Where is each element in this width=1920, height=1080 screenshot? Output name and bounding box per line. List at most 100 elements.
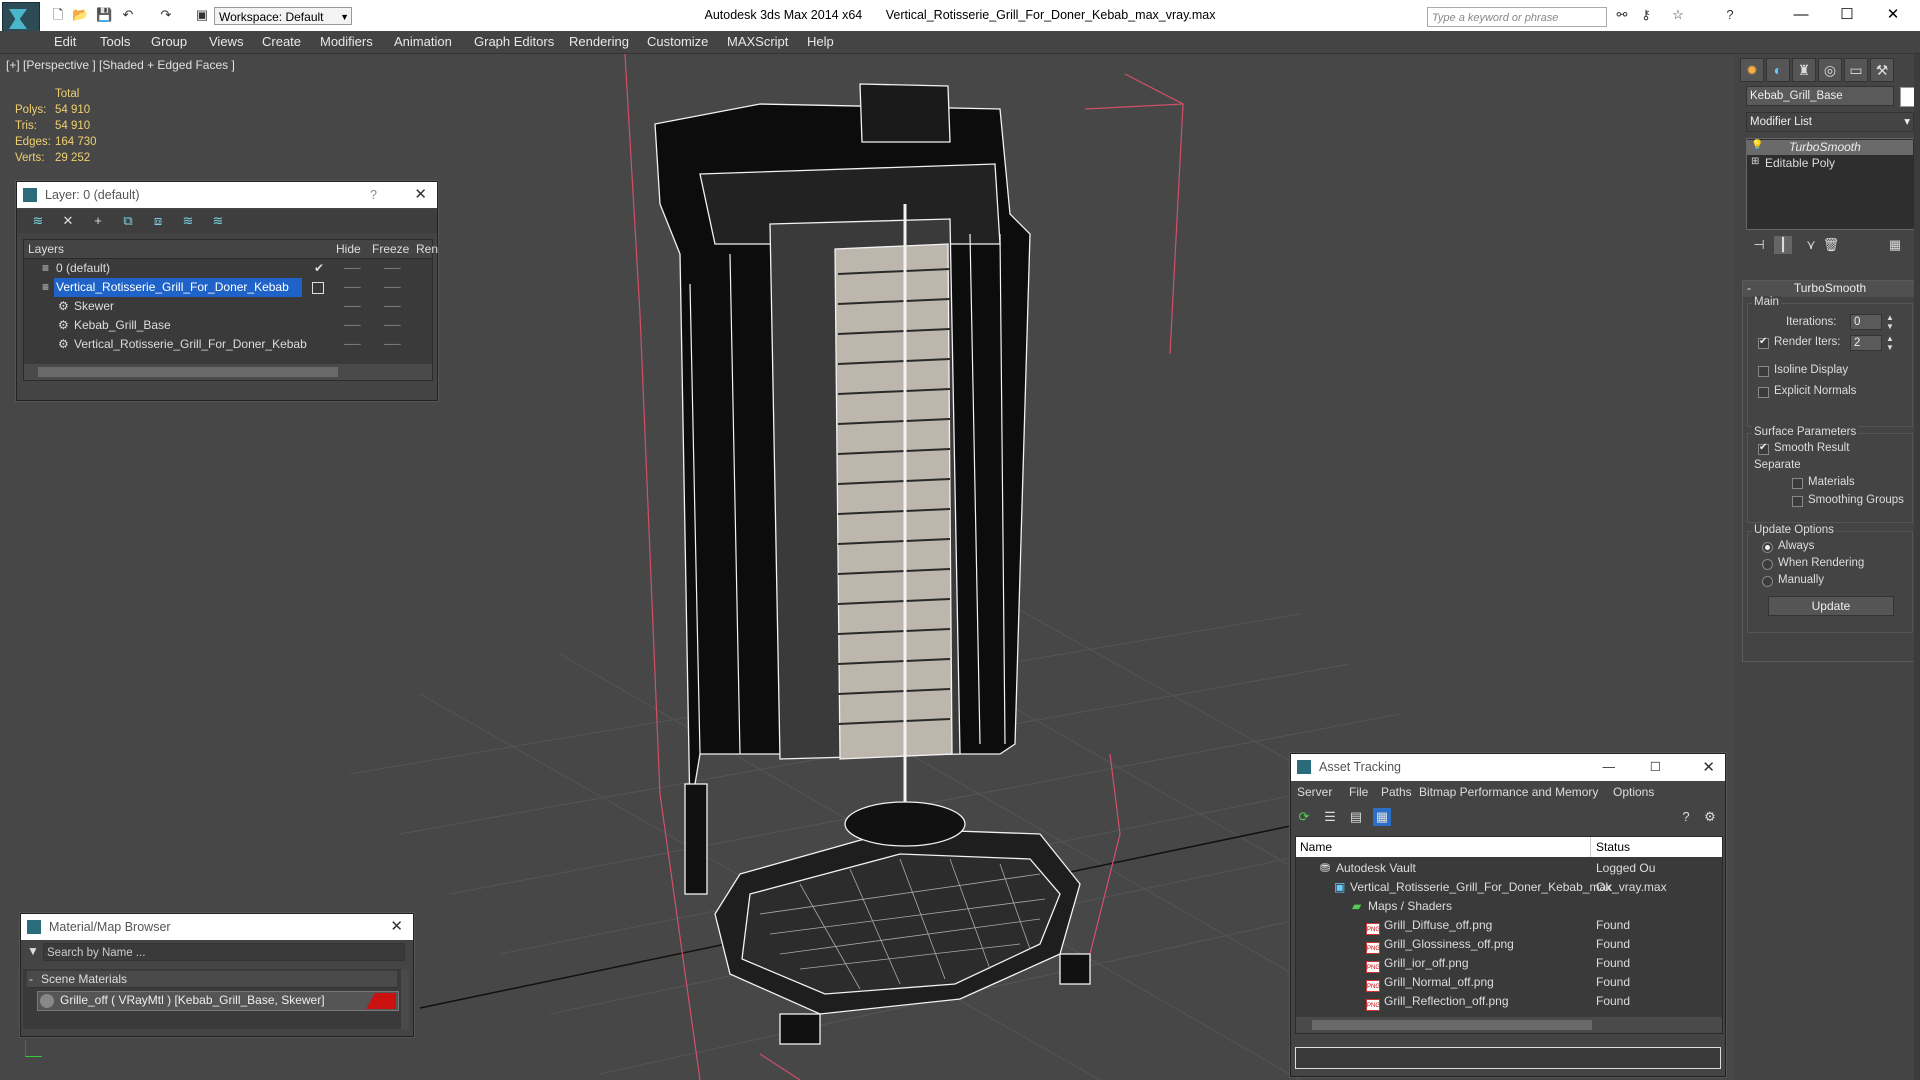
- menu-group[interactable]: Group: [151, 34, 187, 49]
- menu-file[interactable]: File: [1349, 785, 1368, 799]
- add-to-layer-icon[interactable]: +: [89, 212, 107, 230]
- close-button[interactable]: ✕: [1870, 4, 1916, 26]
- create-tab-icon[interactable]: ✹: [1740, 58, 1764, 82]
- utilities-tab-icon[interactable]: ⚒: [1870, 58, 1894, 82]
- search-input[interactable]: Type a keyword or phrase: [1427, 7, 1607, 27]
- asset-row[interactable]: PNG Grill_Glossiness_off.png Found: [1296, 935, 1720, 955]
- menu-animation[interactable]: Animation: [394, 34, 452, 49]
- vertical-scrollbar[interactable]: [401, 969, 409, 1029]
- iterations-spinner[interactable]: 0: [1850, 314, 1882, 330]
- asset-row[interactable]: PNG Grill_Diffuse_off.png Found: [1296, 916, 1720, 936]
- asset-path-field[interactable]: [1295, 1047, 1721, 1069]
- manually-radio[interactable]: [1762, 576, 1773, 587]
- col-freeze[interactable]: Freeze: [372, 242, 409, 256]
- redo-icon[interactable]: ↷: [158, 8, 174, 22]
- help-icon[interactable]: ?: [1677, 808, 1695, 826]
- asset-row[interactable]: PNG Grill_Reflection_off.png Found: [1296, 992, 1720, 1012]
- menu-views[interactable]: Views: [209, 34, 243, 49]
- asset-row[interactable]: PNG Grill_Normal_off.png Found: [1296, 973, 1720, 993]
- menu-rendering[interactable]: Rendering: [569, 34, 629, 49]
- menu-options[interactable]: Options: [1613, 785, 1654, 799]
- refresh-icon[interactable]: ⟳: [1295, 808, 1313, 826]
- list-view-icon[interactable]: ☰: [1321, 808, 1339, 826]
- star-icon[interactable]: ☆: [1670, 8, 1686, 22]
- scene-materials-header[interactable]: - Scene Materials: [27, 971, 397, 988]
- project-folder-icon[interactable]: ▣: [194, 8, 210, 22]
- asset-tracking-title-bar[interactable]: Asset Tracking — ☐ ✕: [1291, 754, 1725, 781]
- col-hide[interactable]: Hide: [336, 242, 361, 256]
- col-layers[interactable]: Layers: [28, 242, 64, 256]
- always-radio[interactable]: [1762, 542, 1773, 553]
- menu-paths[interactable]: Paths: [1381, 785, 1412, 799]
- horizontal-scrollbar[interactable]: [1296, 1017, 1722, 1033]
- update-button[interactable]: Update: [1768, 596, 1894, 616]
- explicit-normals-checkbox[interactable]: [1758, 387, 1769, 398]
- materials-checkbox[interactable]: [1792, 478, 1803, 489]
- rollout-header[interactable]: - TurboSmooth: [1743, 281, 1917, 297]
- col-status[interactable]: Status: [1596, 840, 1630, 854]
- show-end-result-icon[interactable]: ┃: [1774, 236, 1792, 254]
- hide-all-icon[interactable]: ≋: [179, 212, 197, 230]
- asset-row[interactable]: ▰ Maps / Shaders: [1296, 897, 1720, 917]
- menu-maxscript[interactable]: MAXScript: [727, 34, 788, 49]
- col-render[interactable]: Ren: [416, 242, 438, 256]
- save-file-icon[interactable]: 💾: [96, 8, 112, 22]
- layer-row-selected[interactable]: ≡ Vertical_Rotisserie_Grill_For_Doner_Ke…: [24, 278, 434, 297]
- layer-row[interactable]: ≡ 0 (default) ✔ ‒‒‒ ‒‒‒: [24, 259, 434, 278]
- object-name-field[interactable]: Kebab_Grill_Base: [1746, 86, 1894, 106]
- isoline-display-checkbox[interactable]: [1758, 366, 1769, 377]
- spinner-arrows-icon[interactable]: ▲ ▼: [1886, 334, 1894, 352]
- horizontal-scrollbar[interactable]: [24, 364, 432, 380]
- thumbnail-view-icon[interactable]: ▤: [1347, 808, 1365, 826]
- undo-icon[interactable]: ↶: [120, 8, 136, 22]
- freeze-all-icon[interactable]: ≋: [209, 212, 227, 230]
- object-row[interactable]: ⚙ Kebab_Grill_Base ‒‒‒ ‒‒‒: [24, 316, 434, 335]
- stack-item-turbosmooth[interactable]: 💡 TurboSmooth: [1747, 140, 1913, 155]
- workspace-dropdown[interactable]: Workspace: Default ▼: [214, 7, 352, 25]
- open-file-icon[interactable]: 📂: [72, 8, 88, 22]
- menu-edit[interactable]: Edit: [54, 34, 76, 49]
- delete-layer-icon[interactable]: ✕: [59, 212, 77, 230]
- render-iters-spinner[interactable]: 2: [1850, 335, 1882, 351]
- menu-bitmap-performance[interactable]: Bitmap Performance and Memory: [1419, 785, 1598, 799]
- expand-icon[interactable]: ⊞: [1751, 156, 1759, 167]
- help-button[interactable]: ?: [370, 182, 377, 208]
- modify-tab-icon[interactable]: ◐: [1766, 58, 1790, 82]
- new-file-icon[interactable]: 🗋: [50, 8, 66, 22]
- help-icon[interactable]: ?: [1722, 8, 1738, 22]
- spinner-arrows-icon[interactable]: ▲ ▼: [1886, 313, 1894, 331]
- menu-server[interactable]: Server: [1297, 785, 1332, 799]
- object-row[interactable]: ⚙ Skewer ‒‒‒ ‒‒‒: [24, 297, 434, 316]
- table-view-icon[interactable]: ▦: [1373, 808, 1391, 826]
- menu-tools[interactable]: Tools: [100, 34, 130, 49]
- select-objects-icon[interactable]: ⧉: [119, 212, 137, 230]
- make-unique-icon[interactable]: ⋎: [1802, 236, 1820, 254]
- menu-help[interactable]: Help: [807, 34, 834, 49]
- material-item[interactable]: Grille_off ( VRayMtl ) [Kebab_Grill_Base…: [37, 991, 399, 1011]
- col-name[interactable]: Name: [1300, 840, 1332, 854]
- asset-row[interactable]: PNG Grill_ior_off.png Found: [1296, 954, 1720, 974]
- maximize-button[interactable]: ☐: [1650, 754, 1661, 781]
- configure-sets-icon[interactable]: ▦: [1886, 236, 1904, 254]
- asset-row[interactable]: ⛃ Autodesk Vault Logged Ou: [1296, 859, 1720, 879]
- when-rendering-radio[interactable]: [1762, 559, 1773, 570]
- maximize-button[interactable]: ☐: [1824, 4, 1870, 26]
- menu-create[interactable]: Create: [262, 34, 301, 49]
- minimize-button[interactable]: —: [1603, 754, 1616, 781]
- minimize-button[interactable]: —: [1778, 4, 1824, 26]
- modifier-list-dropdown[interactable]: Modifier List ▾: [1746, 112, 1914, 132]
- stack-item-editable-poly[interactable]: ⊞ Editable Poly: [1747, 156, 1913, 171]
- material-search-input[interactable]: Search by Name ...: [43, 943, 405, 961]
- current-layer-box[interactable]: [312, 282, 324, 294]
- smoothing-groups-checkbox[interactable]: [1792, 496, 1803, 507]
- viewport-label[interactable]: [+] [Perspective ] [Shaded + Edged Faces…: [6, 58, 235, 72]
- close-icon[interactable]: ✕: [414, 182, 427, 208]
- light-bulb-icon[interactable]: 💡: [1751, 140, 1763, 151]
- layer-panel-title-bar[interactable]: Layer: 0 (default) ? ✕: [17, 182, 437, 208]
- command-panel-scrollbar[interactable]: [1914, 54, 1920, 1080]
- remove-modifier-icon[interactable]: 🗑: [1822, 236, 1840, 254]
- hierarchy-tab-icon[interactable]: ♜: [1792, 58, 1816, 82]
- object-row[interactable]: ⚙ Vertical_Rotisserie_Grill_For_Doner_Ke…: [24, 335, 434, 354]
- pin-stack-icon[interactable]: ⊣: [1750, 236, 1768, 254]
- display-tab-icon[interactable]: ▭: [1844, 58, 1868, 82]
